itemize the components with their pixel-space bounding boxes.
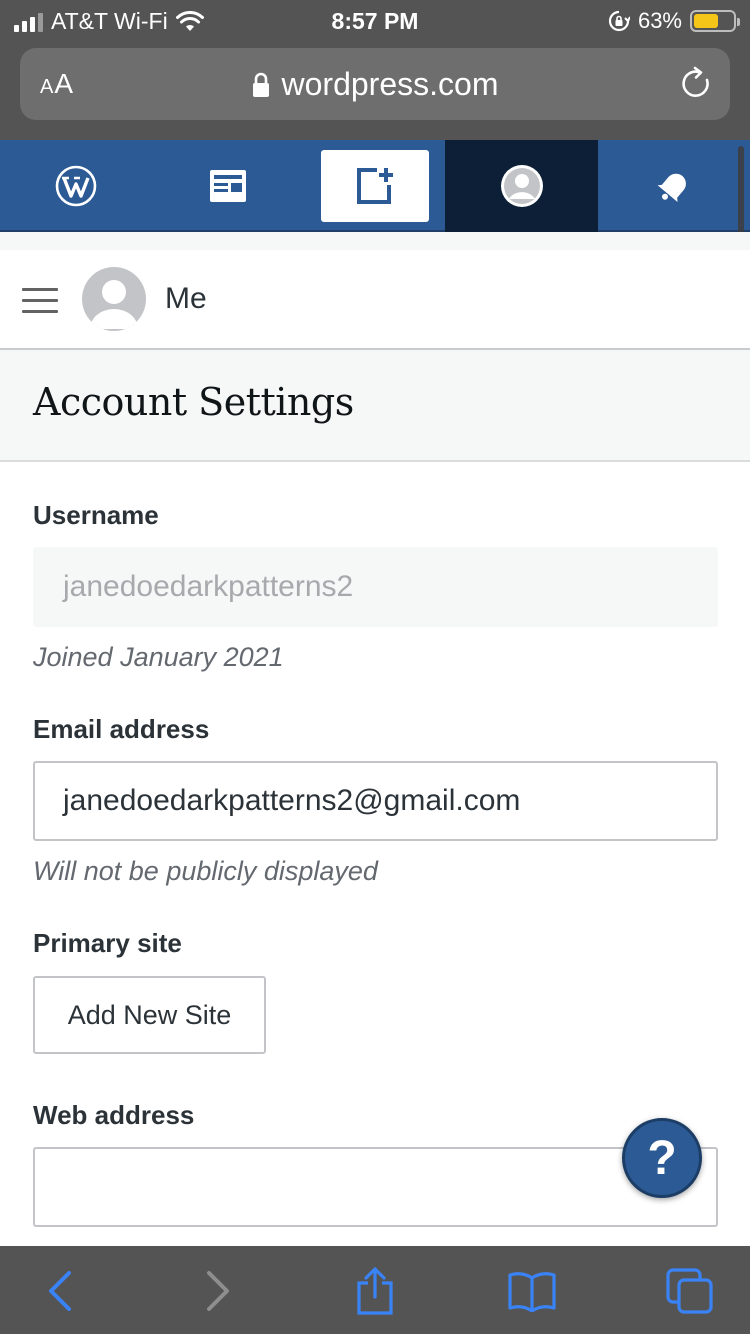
share-button[interactable] (345, 1266, 405, 1316)
back-button[interactable] (30, 1266, 90, 1316)
browser-toolbar (0, 1246, 750, 1334)
forward-icon (207, 1271, 229, 1311)
username-value: janedoedarkpatterns2 (63, 570, 354, 603)
address-bar[interactable]: AA wordpress.com (20, 48, 730, 120)
wordpress-masterbar (0, 140, 750, 232)
battery-icon (690, 10, 740, 32)
me-button[interactable] (445, 140, 598, 232)
help-button[interactable]: ? (622, 1118, 702, 1198)
page-title: Account Settings (33, 380, 354, 424)
avatar[interactable] (82, 267, 146, 331)
me-title: Me (165, 282, 207, 315)
username-label: Username (33, 500, 159, 530)
reader-button[interactable] (152, 140, 304, 232)
status-bar: AT&T Wi-Fi 8:57 PM 63% (0, 0, 750, 42)
bookmarks-button[interactable] (502, 1266, 562, 1316)
share-icon (357, 1267, 393, 1315)
email-hint: Will not be publicly displayed (33, 856, 378, 886)
write-icon (357, 168, 393, 204)
tabs-icon (666, 1268, 713, 1314)
username-field: janedoedarkpatterns2 (33, 547, 718, 627)
url-display[interactable]: wordpress.com (20, 66, 730, 103)
menu-icon[interactable] (22, 288, 58, 314)
web-address-field[interactable] (33, 1147, 718, 1227)
bookmarks-icon (508, 1272, 556, 1312)
padlock-icon (252, 72, 269, 97)
reload-icon[interactable] (680, 66, 714, 102)
write-button[interactable] (321, 150, 429, 222)
forward-button[interactable] (188, 1266, 248, 1316)
battery-fill (694, 14, 718, 28)
notifications-button[interactable] (598, 140, 750, 232)
orientation-lock-icon (608, 10, 630, 32)
url-text: wordpress.com (281, 66, 499, 102)
wordpress-logo-icon (55, 165, 97, 207)
status-right: 63% (608, 8, 740, 34)
joined-date-hint: Joined January 2021 (33, 642, 284, 672)
battery-percent: 63% (637, 8, 682, 33)
email-label: Email address (33, 714, 210, 744)
me-header: Me (0, 250, 750, 350)
email-value: janedoedarkpatterns2@gmail.com (63, 784, 521, 817)
email-field[interactable]: janedoedarkpatterns2@gmail.com (33, 761, 718, 841)
tabs-button[interactable] (660, 1266, 720, 1316)
my-sites-button[interactable] (0, 140, 152, 232)
settings-header: Account Settings (0, 350, 750, 462)
default-avatar-icon (90, 280, 138, 329)
back-icon (49, 1271, 71, 1311)
add-new-site-button[interactable]: Add New Site (33, 976, 266, 1054)
browser-chrome-top: AT&T Wi-Fi 8:57 PM 63% AA wordpress.com (0, 0, 750, 140)
content-top-strip (0, 232, 750, 250)
notifications-icon (657, 173, 686, 203)
web-address-label: Web address (33, 1100, 195, 1130)
primary-site-label: Primary site (33, 928, 182, 958)
reader-icon (210, 170, 246, 202)
me-avatar-icon (500, 165, 543, 207)
